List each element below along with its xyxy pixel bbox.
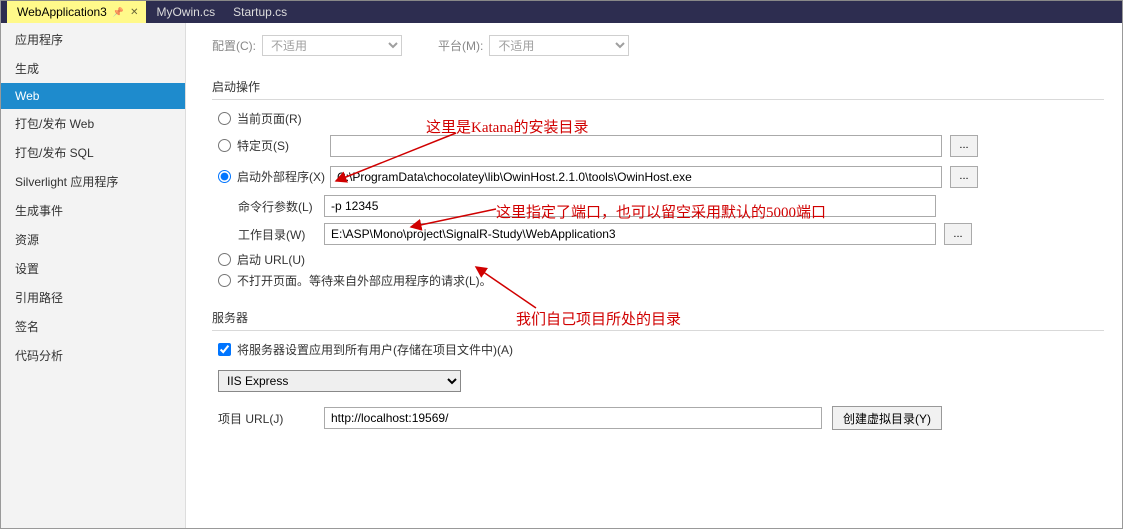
work-dir-input[interactable] [324, 223, 936, 245]
sidebar-item-silverlight[interactable]: Silverlight 应用程序 [1, 167, 185, 196]
tab-label: WebApplication3 [17, 5, 107, 19]
sidebar-item-refpaths[interactable]: 引用路径 [1, 283, 185, 312]
tab-bar: WebApplication3 📌 ✕ MyOwin.cs Startup.cs [1, 0, 1122, 23]
tab-myowin[interactable]: MyOwin.cs [146, 1, 223, 23]
apply-all-checkbox[interactable] [218, 343, 231, 356]
start-action-title: 启动操作 [212, 78, 1104, 95]
sidebar-item-settings[interactable]: 设置 [1, 254, 185, 283]
platform-select: 不适用 [489, 35, 629, 56]
radio-no-open[interactable]: 不打开页面。等待来自外部应用程序的请求(L)。 [218, 272, 1104, 289]
create-vdir-button[interactable]: 创建虚拟目录(Y) [832, 406, 942, 430]
radio-input-noopen[interactable] [218, 274, 231, 287]
server-title: 服务器 [212, 309, 1104, 326]
sidebar-item-app[interactable]: 应用程序 [1, 25, 185, 54]
work-dir-browse-button[interactable]: ... [944, 223, 972, 245]
project-url-label: 项目 URL(J) [218, 410, 324, 427]
specific-page-browse-button[interactable]: ... [950, 135, 978, 157]
config-label: 配置(C): [212, 37, 256, 54]
pin-icon: 📌 [113, 7, 124, 18]
sidebar-item-pkg-web[interactable]: 打包/发布 Web [1, 109, 185, 138]
sidebar-item-signing[interactable]: 签名 [1, 312, 185, 341]
radio-start-url[interactable]: 启动 URL(U) [218, 251, 1104, 268]
specific-page-input[interactable] [330, 135, 942, 157]
divider [212, 330, 1104, 331]
sidebar-item-resources[interactable]: 资源 [1, 225, 185, 254]
tab-webapplication3[interactable]: WebApplication3 📌 ✕ [7, 1, 146, 23]
settings-sidebar: 应用程序 生成 Web 打包/发布 Web 打包/发布 SQL Silverli… [1, 23, 186, 528]
radio-current-page[interactable]: 当前页面(R) [218, 110, 1104, 127]
tab-label: Startup.cs [233, 5, 287, 19]
cmd-args-label: 命令行参数(L) [212, 198, 324, 215]
sidebar-item-build[interactable]: 生成 [1, 54, 185, 83]
tab-startup[interactable]: Startup.cs [223, 1, 295, 23]
apply-all-users-check[interactable]: 将服务器设置应用到所有用户(存储在项目文件中)(A) [218, 341, 1104, 358]
content-panel: 配置(C): 不适用 平台(M): 不适用 启动操作 当前页面(R) 特定页(S… [186, 23, 1122, 528]
external-program-browse-button[interactable]: ... [950, 166, 978, 188]
divider [212, 99, 1104, 100]
close-icon[interactable]: ✕ [130, 7, 138, 18]
work-dir-label: 工作目录(W) [212, 226, 324, 243]
radio-input-current[interactable] [218, 112, 231, 125]
cmd-args-input[interactable] [324, 195, 936, 217]
sidebar-item-build-events[interactable]: 生成事件 [1, 196, 185, 225]
radio-input-external[interactable] [218, 170, 231, 183]
radio-specific-page[interactable]: 特定页(S) [218, 137, 330, 154]
sidebar-item-codeanalysis[interactable]: 代码分析 [1, 341, 185, 370]
sidebar-item-pkg-sql[interactable]: 打包/发布 SQL [1, 138, 185, 167]
radio-input-specific[interactable] [218, 139, 231, 152]
external-program-input[interactable] [330, 166, 942, 188]
radio-input-url[interactable] [218, 253, 231, 266]
radio-external-program[interactable]: 启动外部程序(X) [218, 168, 330, 185]
tab-label: MyOwin.cs [156, 5, 215, 19]
config-select: 不适用 [262, 35, 402, 56]
sidebar-item-web[interactable]: Web [1, 83, 185, 109]
server-select[interactable]: IIS Express [218, 370, 461, 392]
platform-label: 平台(M): [438, 37, 483, 54]
project-url-input[interactable] [324, 407, 822, 429]
